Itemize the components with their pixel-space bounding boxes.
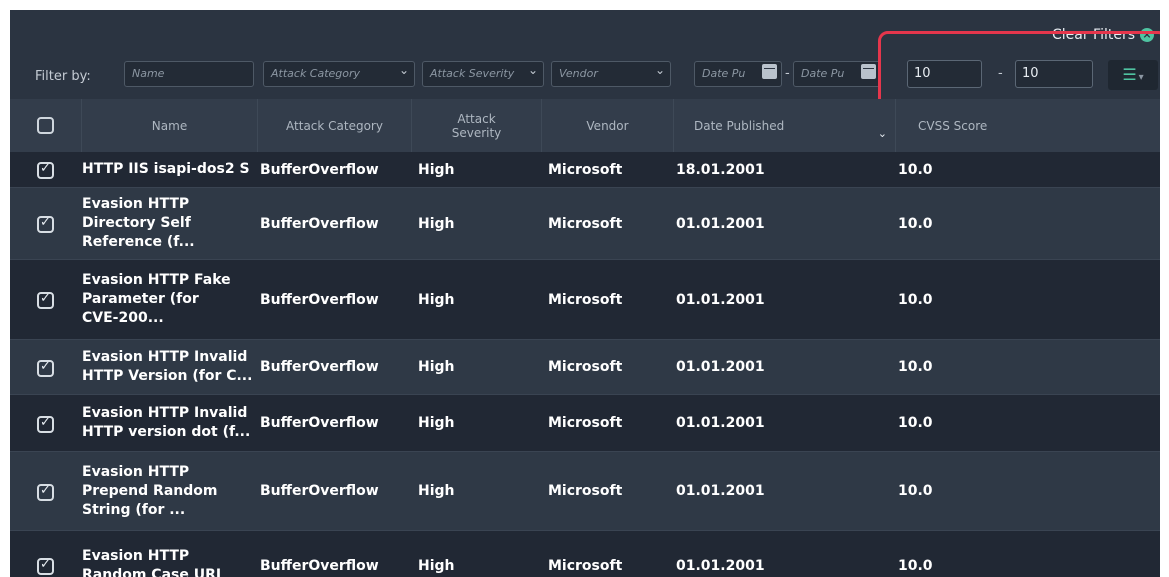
row-checkbox[interactable]	[37, 415, 54, 433]
row-date-published: 01.01.2001	[676, 215, 765, 232]
attack-severity-label: Attack Severity	[451, 111, 502, 140]
row-vendor: Microsoft	[548, 483, 623, 499]
row-name: Evasion HTTP Fake Parameter (for CVE-200…	[82, 272, 231, 326]
column-header-date-published[interactable]: Date Published ⌄	[674, 99, 896, 152]
row-attack-category: BufferOverflow	[260, 557, 379, 574]
table-row[interactable]: Evasion HTTP Fake Parameter (for CVE-200…	[10, 260, 1160, 340]
range-separator: -	[998, 66, 1003, 81]
row-checkbox[interactable]	[37, 215, 54, 233]
clear-filters-label: Clear Filters	[1051, 27, 1135, 43]
row-vendor: Microsoft	[548, 359, 623, 375]
row-name: Evasion HTTP Random Case URL	[82, 547, 225, 577]
attack-category-select[interactable]: Attack Category	[263, 61, 415, 87]
row-attack-severity: High	[418, 557, 455, 574]
row-cvss-score: 10.0	[898, 557, 933, 574]
row-vendor: Microsoft	[548, 415, 623, 431]
sort-desc-icon: ⌄	[877, 127, 887, 140]
row-name: Evasion HTTP Invalid HTTP Version (for C…	[82, 349, 253, 384]
column-header-cvss-score[interactable]: CVSS Score	[896, 99, 1160, 152]
table-row[interactable]: HTTP IIS isapi-dos2 S BufferOverflow Hig…	[10, 152, 1160, 188]
row-name: Evasion HTTP Invalid HTTP version dot (f…	[82, 405, 251, 440]
row-cvss-score: 10.0	[898, 291, 933, 308]
close-icon: ×	[1140, 28, 1154, 42]
select-all-cell	[10, 99, 82, 152]
row-checkbox-cell	[10, 452, 82, 530]
row-checkbox-cell	[10, 395, 82, 451]
row-vendor: Microsoft	[548, 161, 623, 178]
calendar-icon[interactable]	[861, 64, 876, 79]
row-checkbox[interactable]	[37, 161, 54, 179]
row-name: HTTP IIS isapi-dos2 S	[82, 161, 250, 177]
row-name: Evasion HTTP Directory Self Reference (f…	[82, 196, 195, 250]
row-attack-category: BufferOverflow	[260, 359, 379, 375]
row-attack-category: BufferOverflow	[260, 415, 379, 431]
column-header-name[interactable]: Name	[82, 99, 258, 152]
name-filter-input[interactable]: Name	[124, 61, 254, 87]
row-attack-category: BufferOverflow	[260, 215, 379, 232]
table-row[interactable]: Evasion HTTP Directory Self Reference (f…	[10, 188, 1160, 260]
column-header-vendor[interactable]: Vendor	[542, 99, 674, 152]
row-attack-severity: High	[418, 291, 455, 308]
clear-filters-button[interactable]: Clear Filters ×	[1052, 27, 1154, 43]
cvss-max-input[interactable]: 10	[1015, 60, 1093, 88]
row-cvss-score: 10.0	[898, 161, 933, 178]
column-menu-button[interactable]: ☰ ▾	[1108, 60, 1158, 90]
row-date-published: 01.01.2001	[676, 483, 765, 499]
table-row[interactable]: Evasion HTTP Invalid HTTP Version (for C…	[10, 340, 1160, 395]
row-vendor: Microsoft	[548, 557, 623, 574]
row-checkbox[interactable]	[37, 483, 54, 501]
row-attack-severity: High	[418, 359, 455, 375]
attack-severity-select[interactable]: Attack Severity	[422, 61, 544, 87]
vendor-select[interactable]: Vendor	[551, 61, 671, 87]
row-date-published: 01.01.2001	[676, 359, 765, 375]
row-checkbox-cell	[10, 260, 82, 339]
row-vendor: Microsoft	[548, 291, 623, 308]
row-vendor: Microsoft	[548, 215, 623, 232]
row-checkbox[interactable]	[37, 359, 54, 377]
cvss-min-input[interactable]: 10	[907, 60, 982, 88]
row-checkbox-cell	[10, 188, 82, 259]
filter-label: Filter by:	[35, 69, 91, 84]
row-cvss-score: 10.0	[898, 359, 933, 375]
row-attack-severity: High	[418, 483, 455, 499]
table-row[interactable]: Evasion HTTP Invalid HTTP version dot (f…	[10, 395, 1160, 452]
row-name: Evasion HTTP Prepend Random String (for …	[82, 463, 218, 518]
chevron-down-icon: ▾	[1138, 72, 1144, 83]
table-header: Name Attack Category Attack Severity Ven…	[10, 99, 1160, 152]
table-row[interactable]: Evasion HTTP Prepend Random String (for …	[10, 452, 1160, 531]
row-attack-category: BufferOverflow	[260, 161, 379, 178]
row-cvss-score: 10.0	[898, 483, 933, 499]
row-checkbox-cell	[10, 531, 82, 577]
row-date-published: 01.01.2001	[676, 291, 765, 308]
row-checkbox-cell	[10, 152, 82, 187]
row-checkbox[interactable]	[37, 291, 54, 309]
date-separator: -	[785, 66, 790, 81]
row-date-published: 18.01.2001	[676, 161, 765, 178]
column-header-attack-severity[interactable]: Attack Severity	[412, 99, 542, 152]
row-date-published: 01.01.2001	[676, 415, 765, 431]
vulnerability-table-panel: Clear Filters × Filter by: Name Attack C…	[10, 10, 1160, 577]
row-cvss-score: 10.0	[898, 415, 933, 431]
table-row[interactable]: Evasion HTTP Random Case URL BufferOverf…	[10, 531, 1160, 577]
filter-row: Filter by: Name Attack Category Attack S…	[10, 59, 1160, 99]
row-attack-severity: High	[418, 415, 455, 431]
row-attack-severity: High	[418, 215, 455, 232]
row-attack-severity: High	[418, 161, 455, 178]
row-checkbox[interactable]	[37, 557, 54, 575]
row-date-published: 01.01.2001	[676, 557, 765, 574]
row-attack-category: BufferOverflow	[260, 291, 379, 308]
row-checkbox-cell	[10, 340, 82, 394]
row-cvss-score: 10.0	[898, 215, 933, 232]
menu-icon: ☰	[1122, 65, 1137, 84]
column-header-attack-category[interactable]: Attack Category	[258, 99, 412, 152]
row-attack-category: BufferOverflow	[260, 483, 379, 499]
date-published-label: Date Published	[694, 118, 785, 133]
select-all-checkbox[interactable]	[37, 117, 54, 134]
calendar-icon[interactable]	[762, 64, 777, 79]
